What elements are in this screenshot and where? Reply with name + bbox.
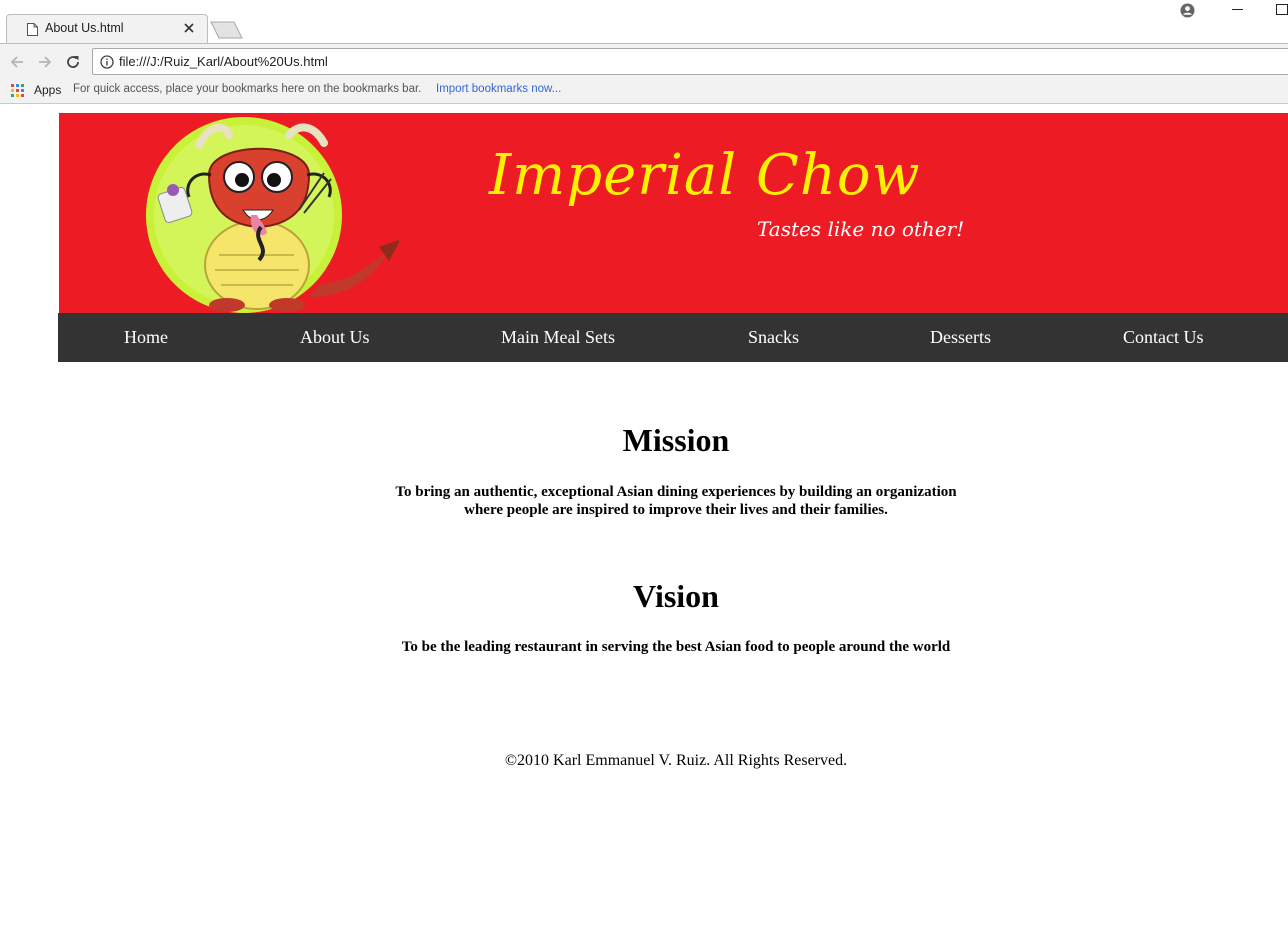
mission-text-line2: where people are inspired to improve the… [464,502,888,518]
apps-grid-icon[interactable] [11,84,24,97]
reload-icon[interactable] [64,53,82,71]
footer-copyright: ©2010 Karl Emmanuel V. Ruiz. All Rights … [504,752,848,769]
vision-heading: Vision [633,578,719,614]
forward-arrow-icon[interactable] [36,53,54,71]
url-text: file:///J:/Ruiz_Karl/About%20Us.html [119,54,328,69]
dragon-mascot-logo [146,117,399,313]
brand-name: Imperial Chow [489,143,921,208]
close-tab-icon[interactable] [183,22,195,34]
nav-snacks[interactable]: Snacks [748,327,799,348]
tab-strip: About Us.html [0,0,1288,43]
back-arrow-icon[interactable] [8,53,26,71]
header-banner: Imperial Chow Tastes like no other! [59,113,1288,313]
address-bar[interactable]: file:///J:/Ruiz_Karl/About%20Us.html [92,48,1288,75]
nav-home[interactable]: Home [124,327,168,348]
nav-desserts[interactable]: Desserts [930,327,991,348]
info-icon[interactable] [100,55,114,69]
mission-heading: Mission [622,422,730,458]
main-navigation: Home About Us Main Meal Sets Snacks Dess… [58,313,1288,362]
page-icon [27,23,38,36]
maximize-icon[interactable] [1276,4,1288,15]
vision-text: To be the leading restaurant in serving … [401,639,951,655]
new-tab-button[interactable] [210,21,243,39]
account-icon[interactable] [1180,3,1195,18]
tab-title: About Us.html [45,21,124,35]
browser-tab[interactable]: About Us.html [6,14,208,43]
brand-tagline: Tastes like no other! [757,217,965,241]
browser-toolbar: file:///J:/Ruiz_Karl/About%20Us.html [0,43,1288,79]
nav-contact-us[interactable]: Contact Us [1123,327,1204,348]
nav-main-meal-sets[interactable]: Main Meal Sets [501,327,615,348]
import-bookmarks-link[interactable]: Import bookmarks now... [436,83,561,95]
minimize-icon[interactable] [1232,9,1243,10]
apps-shortcut[interactable]: Apps [34,83,61,97]
bookmarks-bar: Apps For quick access, place your bookma… [0,79,1288,104]
bookmarks-hint: For quick access, place your bookmarks h… [73,83,422,95]
mission-text-line1: To bring an authentic, exceptional Asian… [395,484,957,500]
nav-about-us[interactable]: About Us [300,327,370,348]
